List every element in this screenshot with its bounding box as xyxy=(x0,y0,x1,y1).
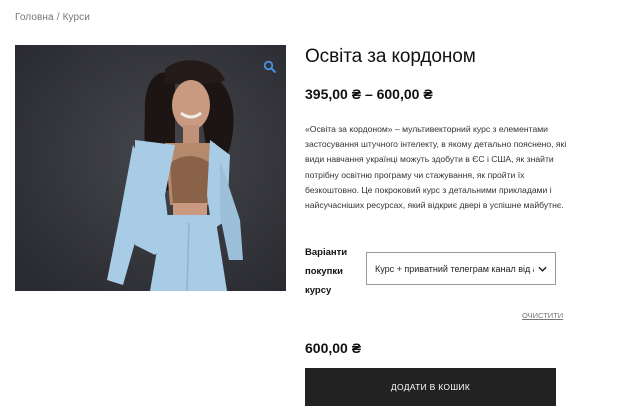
description-line: «Освіта за кордоном» – мультивекторний к… xyxy=(305,124,548,134)
product-image[interactable] xyxy=(15,45,286,291)
breadcrumb: Головна / Курси xyxy=(15,12,90,23)
variation-label-line: курсу xyxy=(305,285,332,296)
description-line: види навчання українці можуть здобути в … xyxy=(305,154,554,165)
chevron-down-icon xyxy=(538,266,547,272)
variation-label: Варіанти покупки курсу xyxy=(305,243,361,300)
description-line: найсучасніших ресурсах, який відкриє две… xyxy=(305,200,564,211)
description-line: застосування штучного інтелекту, в якому… xyxy=(305,139,567,150)
zoom-icon[interactable] xyxy=(263,60,277,74)
product-description: «Освіта за кордоном» – мультивекторний к… xyxy=(305,122,573,213)
variation-label-line: покупки xyxy=(305,266,343,277)
product-title: Освіта за кордоном xyxy=(305,46,476,67)
selected-price: 600,00 ₴ xyxy=(305,340,362,356)
product-photo xyxy=(15,45,286,291)
variation-select[interactable]: Курс + приватний телеграм канал від авто… xyxy=(366,252,556,285)
description-line: потрібну освітню програму чи стажування,… xyxy=(305,169,525,180)
breadcrumb-home-link[interactable]: Головна xyxy=(15,12,54,23)
reset-variations-link[interactable]: ОЧИСТИТИ xyxy=(522,311,563,320)
variation-label-line: Варіанти xyxy=(305,247,348,258)
variation-selected-value: Курс + приватний телеграм канал від авто… xyxy=(375,263,534,274)
add-to-cart-button[interactable]: ДОДАТИ В КОШИК xyxy=(305,368,556,406)
breadcrumb-current: Курси xyxy=(62,12,90,23)
description-line: безкоштовно. Це покроковий курс з деталь… xyxy=(305,184,552,195)
price-range: 395,00 ₴ – 600,00 ₴ xyxy=(305,86,433,102)
breadcrumb-separator: / xyxy=(56,12,60,23)
